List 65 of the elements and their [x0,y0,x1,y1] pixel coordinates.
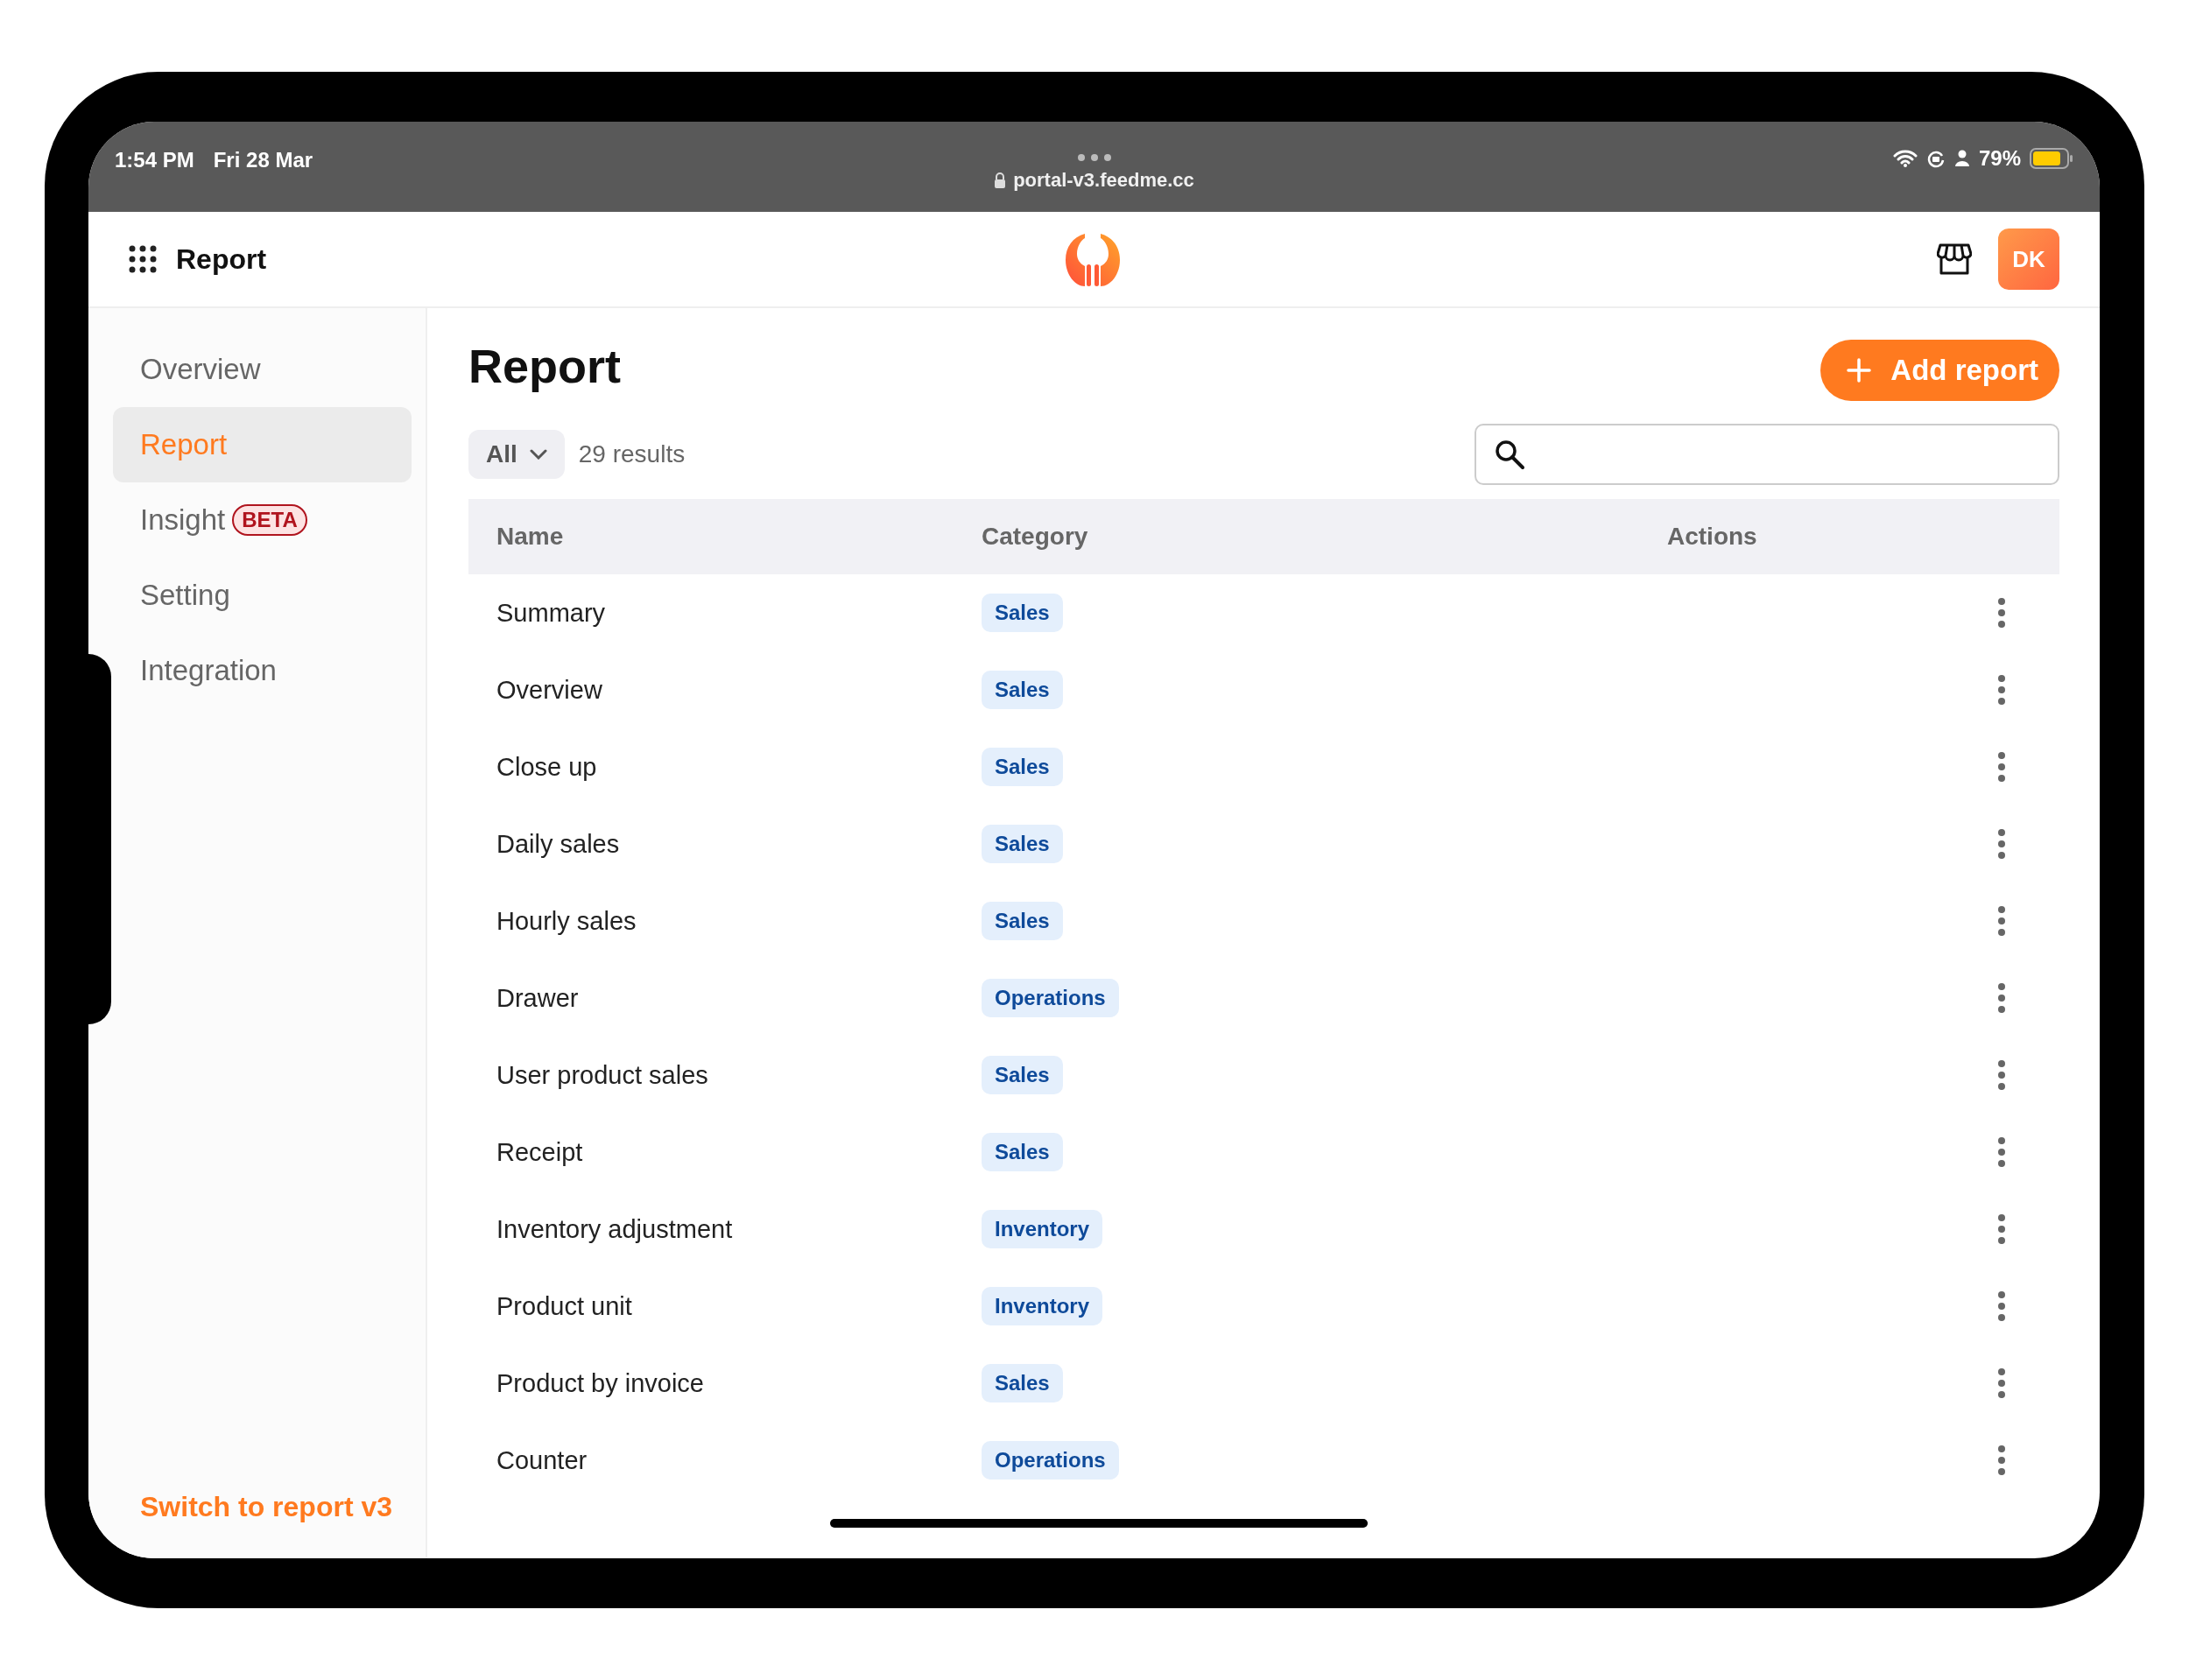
report-name[interactable]: Receipt [468,1137,982,1167]
status-date: Fri 28 Mar [213,148,313,172]
more-vertical-icon[interactable] [1996,1213,2007,1245]
category-tag: Operations [982,1441,1119,1480]
battery-percent: 79% [1978,146,2021,171]
fork-logo-icon [1063,231,1122,289]
column-header: Actions [1667,523,1758,551]
more-vertical-icon[interactable] [1996,1445,2007,1476]
status-time: 1:54 PM [115,148,194,172]
category-tag: Inventory [982,1287,1103,1325]
lock-icon [994,172,1007,188]
wifi-icon [1892,150,1918,167]
more-vertical-icon[interactable] [1996,1136,2007,1168]
sidebar-item[interactable]: Integration [113,633,412,708]
more-vertical-icon[interactable] [1996,905,2007,937]
report-name[interactable]: Counter [468,1445,982,1475]
report-name[interactable]: Product by invoice [468,1368,982,1398]
category-tag: Sales [982,748,1063,786]
category-tag: Inventory [982,1210,1103,1248]
more-dots-icon[interactable] [1076,153,1112,162]
report-name[interactable]: Hourly sales [468,906,982,936]
sidebar-item[interactable]: Overview [113,332,412,407]
results-count: 29 results [578,440,686,468]
more-vertical-icon[interactable] [1996,597,2007,629]
more-vertical-icon[interactable] [1996,751,2007,783]
more-vertical-icon[interactable] [1996,1059,2007,1091]
search-field[interactable] [1475,424,2059,485]
more-vertical-icon[interactable] [1996,982,2007,1014]
sidebar-item[interactable]: Setting [113,558,412,633]
sidebar-item[interactable]: Insight BETA [113,482,412,558]
rotation-lock-icon [1925,149,1946,168]
plus-icon [1847,358,1872,383]
more-vertical-icon[interactable] [1996,1367,2007,1399]
report-name[interactable]: Inventory adjustment [468,1214,982,1244]
more-vertical-icon[interactable] [1996,1290,2007,1322]
column-header: Name [496,523,565,551]
chevron-down-icon [529,449,547,460]
search-icon [1494,439,1525,470]
report-name[interactable]: Product unit [468,1291,982,1321]
report-name[interactable]: Summary [468,598,982,628]
category-tag: Sales [982,902,1063,940]
report-name[interactable]: Daily sales [468,829,982,859]
more-vertical-icon[interactable] [1996,828,2007,860]
more-vertical-icon[interactable] [1996,674,2007,706]
store-icon[interactable] [1937,243,1972,275]
category-tag: Operations [982,979,1119,1017]
report-name[interactable]: User product sales [468,1060,982,1090]
category-tag: Sales [982,1364,1063,1402]
report-name[interactable]: Close up [468,752,982,782]
page-title: Report [468,339,621,393]
beta-badge: BETA [232,504,307,536]
category-tag: Sales [982,1133,1063,1171]
app-title: Report [176,243,267,276]
person-icon [1953,150,1970,167]
report-name[interactable]: Drawer [468,983,982,1013]
category-tag: Sales [982,1056,1063,1094]
category-tag: Sales [982,594,1063,632]
battery-icon [2030,148,2073,169]
column-header: Category [982,523,1089,551]
category-tag: Sales [982,825,1063,863]
category-tag: Sales [982,671,1063,709]
apps-grid-icon[interactable] [129,245,157,273]
url-text[interactable]: portal-v3.feedme.cc [1013,169,1194,192]
report-name[interactable]: Overview [468,675,982,705]
filter-dropdown[interactable]: All [468,430,565,479]
